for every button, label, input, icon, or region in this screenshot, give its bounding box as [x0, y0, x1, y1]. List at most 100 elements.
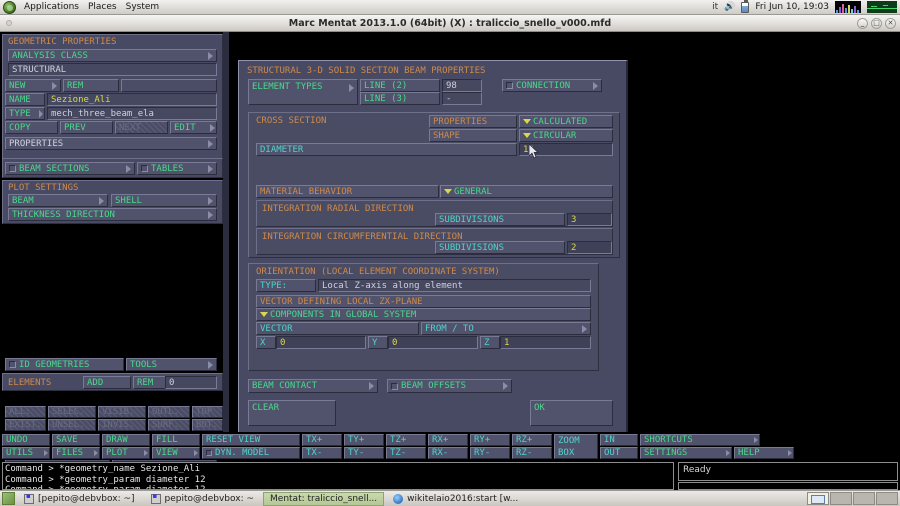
tz-plus-button[interactable]: TZ+: [386, 434, 426, 446]
thickness-direction-button[interactable]: THICKNESS DIRECTION: [8, 208, 217, 221]
id-geometries-button[interactable]: ID GEOMETRIES: [5, 358, 124, 371]
help-button[interactable]: HELP: [734, 447, 794, 459]
vector-x-field[interactable]: 0: [276, 336, 366, 349]
menu-system[interactable]: System: [125, 2, 161, 12]
name-button[interactable]: NAME: [5, 93, 45, 106]
close-button[interactable]: ✕: [885, 18, 896, 29]
workspace-switcher[interactable]: [807, 492, 900, 505]
analysis-class-button[interactable]: ANALYSIS CLASS: [8, 49, 217, 62]
fill-button[interactable]: FILL: [152, 434, 200, 446]
radial-subdivisions-button[interactable]: SUBDIVISIONS: [435, 213, 565, 226]
ok-button[interactable]: OK: [530, 400, 613, 426]
beam-contact-button[interactable]: BEAM CONTACT: [248, 379, 378, 393]
vector-x-button[interactable]: X: [256, 336, 276, 349]
menu-places[interactable]: Places: [87, 2, 118, 12]
shortcuts-button[interactable]: SHORTCUTS: [640, 434, 760, 446]
network-monitor-icon[interactable]: [835, 1, 861, 13]
cs-shape-button[interactable]: SHAPE: [429, 129, 517, 142]
line2-button[interactable]: LINE (2): [360, 79, 440, 92]
reset-view-button[interactable]: RESET VIEW: [202, 434, 300, 446]
taskbar-item-terminal-2[interactable]: pepito@debvbox: ~: [144, 492, 262, 506]
cs-shape-dropdown[interactable]: CIRCULAR: [519, 129, 613, 142]
diameter-field[interactable]: 12: [519, 143, 613, 156]
show-desktop-button[interactable]: [2, 492, 15, 505]
type-button[interactable]: TYPE: [5, 107, 45, 120]
files-button[interactable]: FILES: [52, 447, 100, 459]
zoom-box-button[interactable]: ZOOM BOX: [554, 434, 598, 459]
minimize-button[interactable]: _: [857, 18, 868, 29]
taskbar-item-firefox[interactable]: wikitelaio2016:start [w...: [386, 492, 525, 506]
tx-plus-button[interactable]: TX+: [302, 434, 342, 446]
maximize-button[interactable]: □: [871, 18, 882, 29]
checkbox-icon[interactable]: [506, 82, 513, 89]
menu-applications[interactable]: Applications: [23, 2, 80, 12]
from-to-button[interactable]: FROM / TO: [421, 322, 591, 335]
cs-properties-dropdown[interactable]: CALCULATED: [519, 115, 613, 128]
diameter-button[interactable]: DIAMETER: [256, 143, 517, 156]
beam-sections-button[interactable]: BEAM SECTIONS: [5, 162, 135, 175]
prev-button[interactable]: PREV: [60, 121, 113, 134]
components-global-dropdown[interactable]: COMPONENTS IN GLOBAL SYSTEM: [256, 308, 591, 321]
taskbar-item-mentat[interactable]: Mentat: traliccio_snell...: [263, 491, 385, 506]
sidebar-scrollbar[interactable]: [223, 32, 229, 432]
keyboard-layout-indicator[interactable]: it: [712, 2, 718, 12]
battery-icon[interactable]: [741, 0, 750, 13]
rem-button[interactable]: REM: [63, 79, 119, 92]
clock[interactable]: Fri Jun 10, 19:03: [755, 2, 829, 12]
vector-y-button[interactable]: Y: [368, 336, 388, 349]
zoom-in-button[interactable]: IN: [600, 434, 638, 446]
element-types-button[interactable]: ELEMENT TYPES: [248, 79, 358, 105]
checkbox-icon[interactable]: [9, 165, 16, 172]
cpu-monitor-icon[interactable]: [867, 1, 897, 13]
radial-subdivisions-field[interactable]: 3: [567, 213, 612, 226]
line3-button[interactable]: LINE (3): [360, 92, 440, 105]
tools-button[interactable]: TOOLS: [126, 358, 217, 371]
window-titlebar[interactable]: Marc Mentat 2013.1.0 (64bit) (X) : trali…: [0, 15, 900, 32]
circumferential-subdivisions-button[interactable]: SUBDIVISIONS: [435, 241, 565, 254]
taskbar-item-terminal-1[interactable]: [pepito@debvbox: ~]: [17, 492, 142, 506]
beam-button[interactable]: BEAM: [8, 194, 108, 207]
edit-button[interactable]: EDIT: [170, 121, 217, 134]
applications-logo-icon[interactable]: [3, 0, 16, 14]
workspace-2[interactable]: [830, 492, 852, 505]
ry-plus-button[interactable]: RY+: [470, 434, 510, 446]
zoom-out-button[interactable]: OUT: [600, 447, 638, 459]
ty-minus-button[interactable]: TY-: [344, 447, 384, 459]
vector-z-button[interactable]: Z: [480, 336, 500, 349]
name-field[interactable]: Sezione_Ali: [47, 93, 217, 106]
tables-button[interactable]: TABLES: [137, 162, 217, 175]
ry-minus-button[interactable]: RY-: [470, 447, 510, 459]
orientation-type-button[interactable]: TYPE:: [256, 279, 316, 292]
checkbox-icon[interactable]: [9, 361, 16, 368]
draw-button[interactable]: DRAW: [102, 434, 150, 446]
workspace-4[interactable]: [876, 492, 898, 505]
volume-icon[interactable]: 🔊: [724, 2, 735, 12]
checkbox-icon[interactable]: [391, 382, 398, 390]
undo-button[interactable]: UNDO: [2, 434, 50, 446]
vector-button[interactable]: VECTOR: [256, 322, 419, 335]
vector-z-field[interactable]: 1: [500, 336, 591, 349]
cs-properties-button[interactable]: PROPERTIES: [429, 115, 517, 128]
utils-button[interactable]: UTILS: [2, 447, 50, 459]
beam-offsets-button[interactable]: BEAM OFFSETS: [387, 379, 512, 393]
rz-plus-button[interactable]: RZ+: [512, 434, 552, 446]
material-behavior-button[interactable]: MATERIAL BEHAVIOR: [256, 185, 439, 198]
workspace-3[interactable]: [853, 492, 875, 505]
rx-minus-button[interactable]: RX-: [428, 447, 468, 459]
clear-button[interactable]: CLEAR: [248, 400, 336, 426]
rx-plus-button[interactable]: RX+: [428, 434, 468, 446]
copy-button[interactable]: COPY: [5, 121, 58, 134]
shell-button[interactable]: SHELL: [111, 194, 217, 207]
checkbox-icon[interactable]: [206, 450, 212, 456]
view-button[interactable]: VIEW: [152, 447, 200, 459]
dyn-model-button[interactable]: DYN. MODEL: [202, 447, 300, 459]
elements-add-button[interactable]: ADD: [83, 376, 131, 389]
ty-plus-button[interactable]: TY+: [344, 434, 384, 446]
vector-y-field[interactable]: 0: [388, 336, 478, 349]
workspace-1[interactable]: [807, 492, 829, 505]
circumferential-subdivisions-field[interactable]: 2: [567, 241, 612, 254]
properties-button[interactable]: PROPERTIES: [5, 137, 217, 150]
plot-button[interactable]: PLOT: [102, 447, 150, 459]
command-console[interactable]: Command > *geometry_name Sezione_Ali Com…: [2, 462, 674, 490]
rz-minus-button[interactable]: RZ-: [512, 447, 552, 459]
